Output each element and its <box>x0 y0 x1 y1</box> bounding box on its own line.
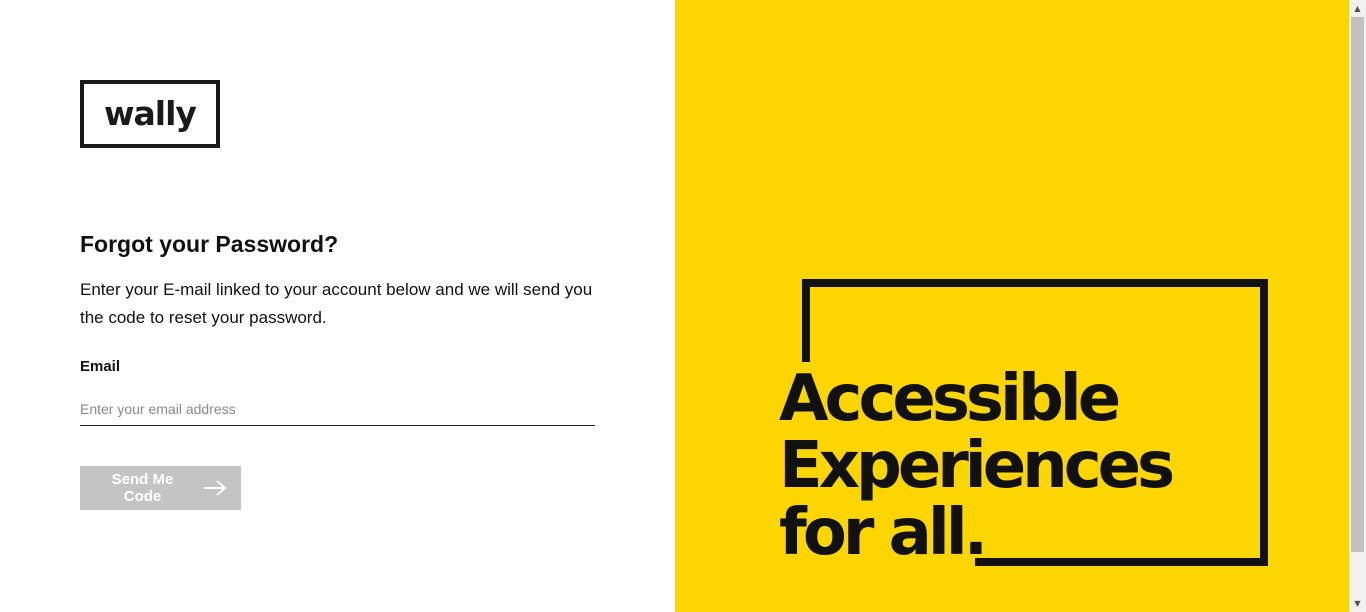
scrollbar-thumb[interactable] <box>1351 17 1364 552</box>
forgot-password-panel: wally Forgot your Password? Enter your E… <box>0 0 675 612</box>
instructions-text: Enter your E-mail linked to your account… <box>80 280 593 327</box>
arrow-right-icon <box>203 480 227 496</box>
promo-panel: Accessible Experiences for all. <box>675 0 1349 612</box>
promo-line-1: Accessible <box>779 362 1121 436</box>
page: wally Forgot your Password? Enter your E… <box>0 0 1366 612</box>
logo-text: wally <box>104 93 197 133</box>
page-title: Forgot your Password? <box>80 231 339 257</box>
wally-logo[interactable]: wally <box>80 80 220 148</box>
scroll-down-icon[interactable]: ▼ <box>1349 595 1366 612</box>
scroll-up-icon[interactable]: ▲ <box>1349 0 1366 17</box>
promo-line-2: Experiences <box>779 429 1175 503</box>
email-field[interactable] <box>80 392 595 426</box>
vertical-scrollbar[interactable]: ▲ ▼ <box>1349 0 1366 612</box>
send-code-label: Send Me Code <box>111 471 174 505</box>
promo-tagline: Accessible Experiences for all. <box>779 362 1175 570</box>
send-code-button[interactable]: Send Me Code <box>80 466 241 510</box>
promo-line-3: for all. <box>779 496 988 570</box>
email-label: Email <box>80 358 121 375</box>
